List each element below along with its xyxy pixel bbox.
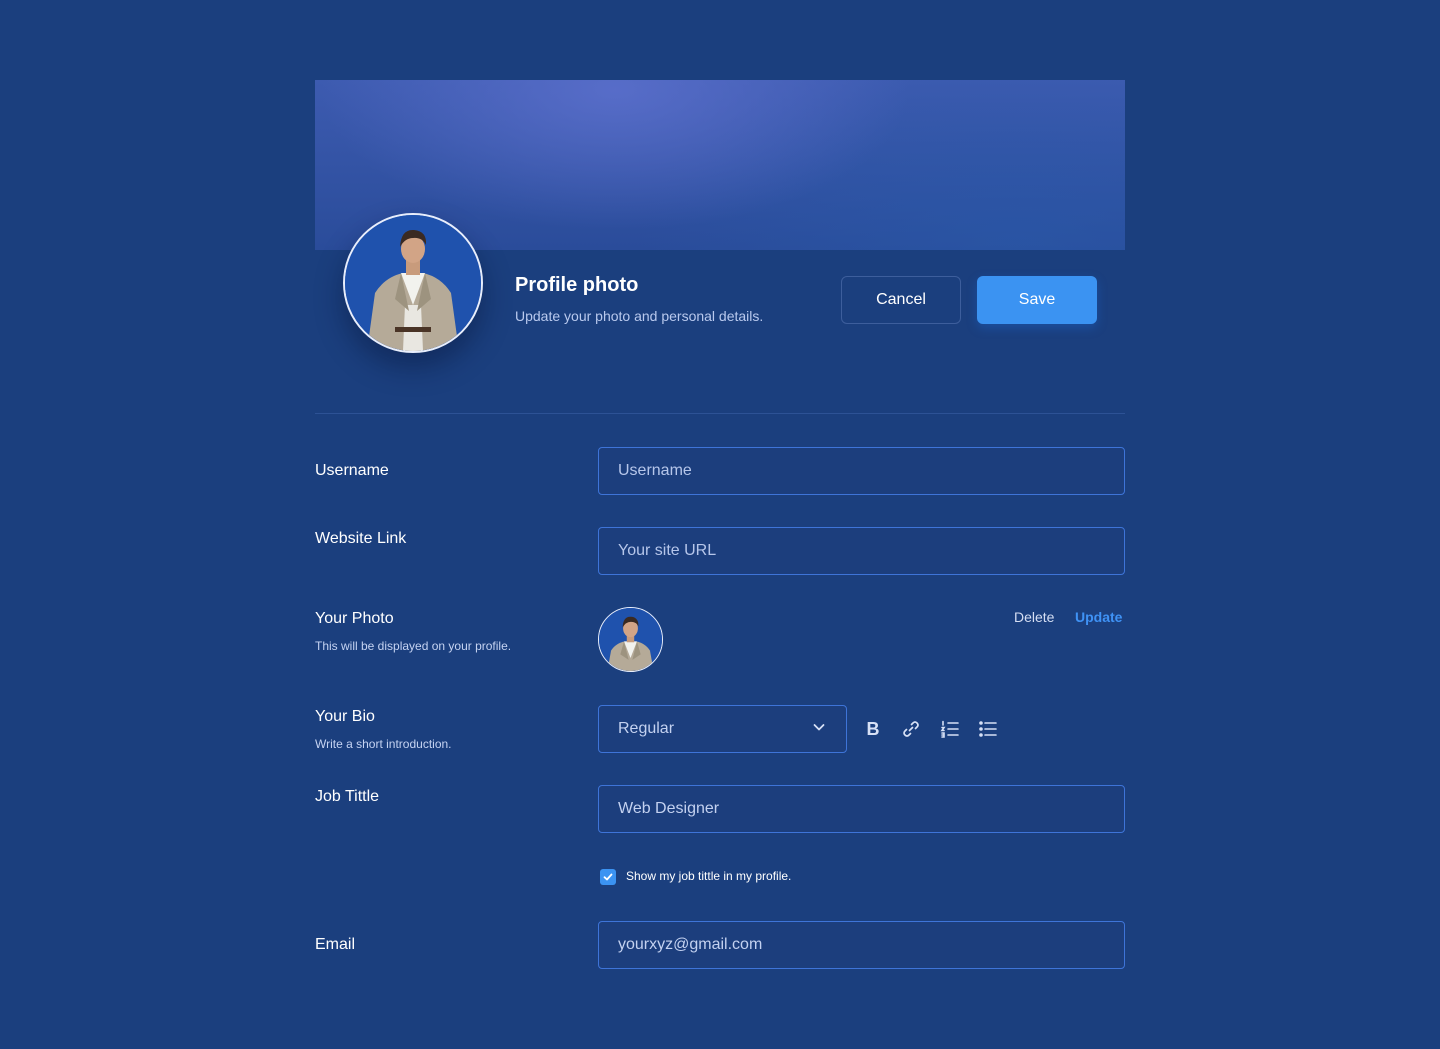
show-job-title-label: Show my job tittle in my profile. bbox=[626, 869, 792, 883]
bullet-list-icon[interactable] bbox=[976, 717, 1000, 741]
job-title-input[interactable] bbox=[598, 785, 1125, 833]
section-divider bbox=[315, 413, 1125, 414]
photo-thumbnail-illustration bbox=[599, 608, 662, 671]
page-title: Profile photo bbox=[515, 274, 639, 296]
email-input[interactable] bbox=[598, 921, 1125, 969]
numbered-list-icon[interactable] bbox=[938, 717, 962, 741]
bold-icon[interactable]: B bbox=[861, 717, 885, 741]
page-subtitle: Update your photo and personal details. bbox=[515, 308, 764, 324]
job-title-label: Job Tittle bbox=[315, 788, 380, 805]
check-icon bbox=[603, 873, 613, 881]
link-icon[interactable] bbox=[899, 717, 923, 741]
username-input[interactable] bbox=[598, 447, 1125, 495]
photo-label: Your Photo bbox=[315, 610, 394, 627]
show-job-title-checkbox[interactable] bbox=[600, 869, 616, 885]
profile-photo-illustration bbox=[345, 215, 481, 351]
save-button[interactable]: Save bbox=[977, 276, 1097, 324]
bio-hint: Write a short introduction. bbox=[315, 737, 452, 751]
email-label: Email bbox=[315, 936, 356, 953]
chevron-down-icon bbox=[811, 719, 827, 740]
bio-label: Your Bio bbox=[315, 708, 375, 725]
photo-hint: This will be displayed on your profile. bbox=[315, 639, 512, 653]
profile-avatar bbox=[343, 213, 483, 353]
photo-thumbnail bbox=[598, 607, 663, 672]
text-style-value: Regular bbox=[618, 720, 675, 737]
cancel-button[interactable]: Cancel bbox=[841, 276, 961, 324]
update-photo-link[interactable]: Update bbox=[1075, 609, 1122, 625]
website-label: Website Link bbox=[315, 530, 407, 547]
username-label: Username bbox=[315, 462, 389, 479]
delete-photo-link[interactable]: Delete bbox=[1014, 609, 1054, 625]
website-input[interactable] bbox=[598, 527, 1125, 575]
text-style-select[interactable]: Regular bbox=[598, 705, 847, 753]
